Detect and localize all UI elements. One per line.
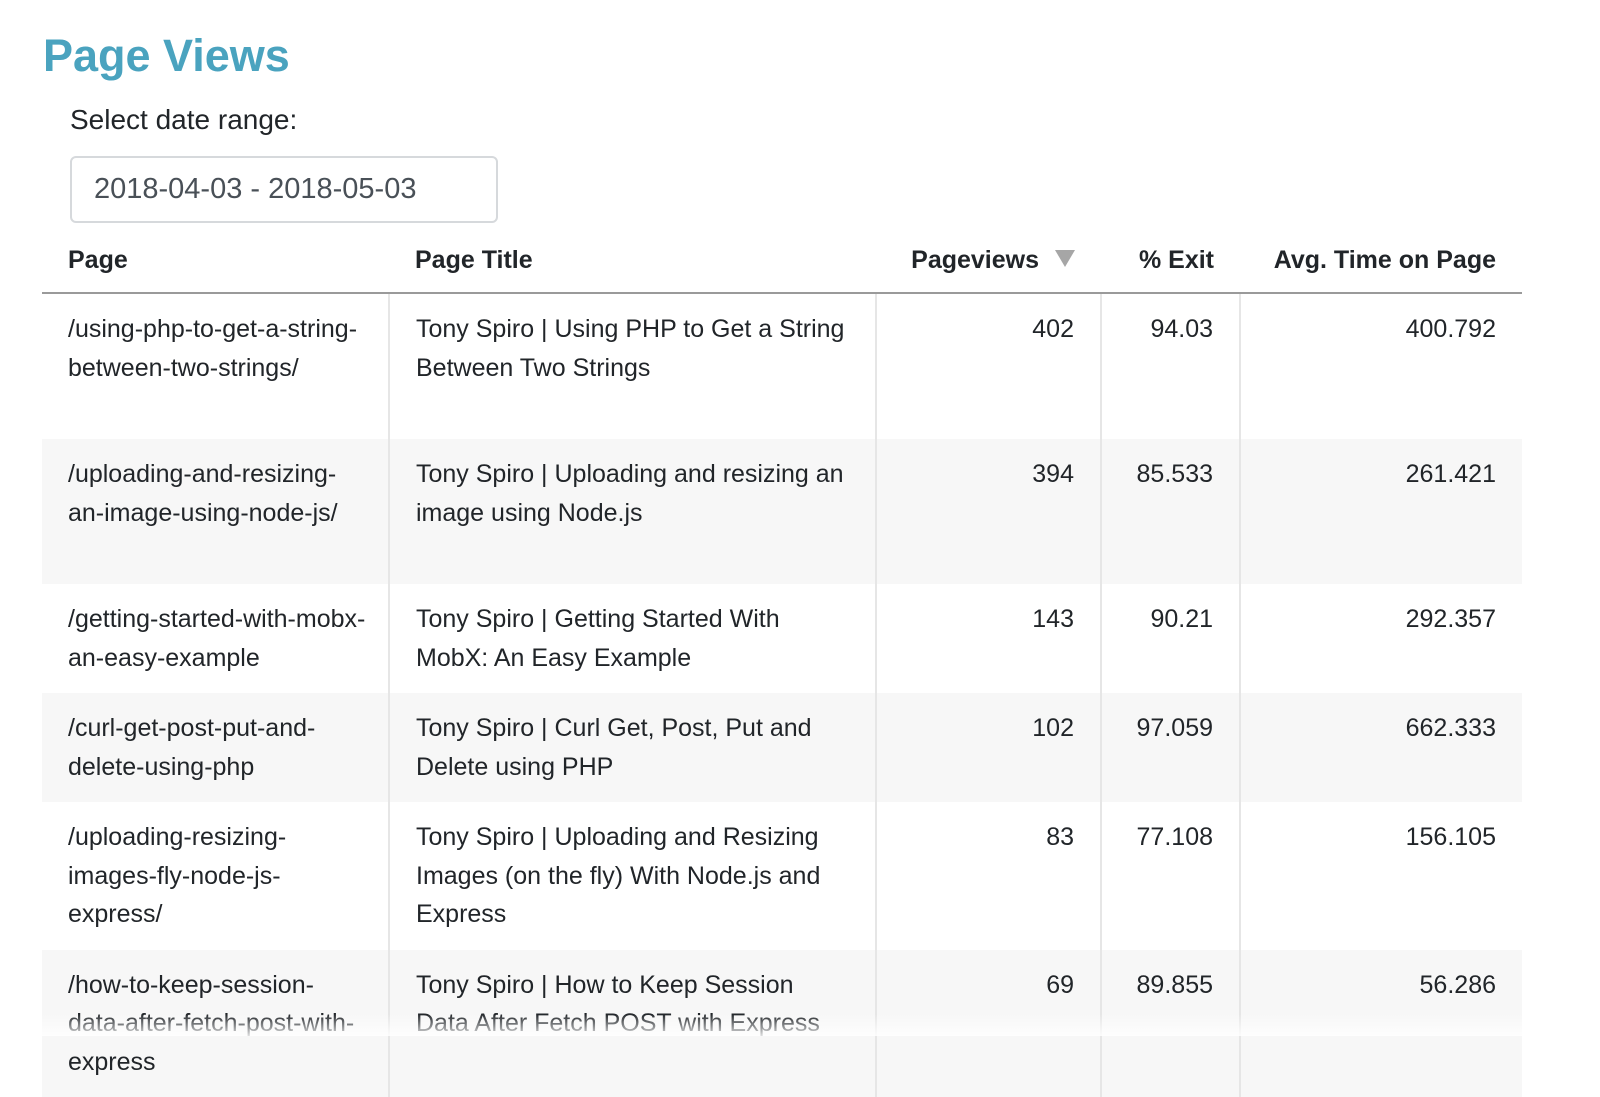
- avg-time-cell: 156.105: [1240, 802, 1522, 950]
- column-header-label: Page Title: [415, 246, 533, 274]
- page-title-cell: Tony Spiro | Using PHP to Get a String B…: [389, 293, 876, 439]
- pageviews-cell: 394: [876, 439, 1101, 584]
- page-cell: /how-to-keep-session-data-after-fetch-po…: [42, 950, 389, 1097]
- column-header-page[interactable]: Page: [42, 228, 389, 293]
- date-range-input[interactable]: [70, 156, 498, 223]
- page-title-cell: Tony Spiro | Uploading and resizing an i…: [389, 439, 876, 584]
- column-header-avg-time[interactable]: Avg. Time on Page: [1240, 228, 1522, 293]
- table-row: /curl-get-post-put-and-delete-using-php …: [42, 693, 1522, 802]
- table-row: /getting-started-with-mobx-an-easy-examp…: [42, 584, 1522, 693]
- page-views-table: Page Page Title Pageviews % Exit Avg. Ti…: [42, 228, 1522, 1097]
- avg-time-cell: 261.421: [1240, 439, 1522, 584]
- sort-descending-icon: [1055, 250, 1075, 267]
- table-row: /uploading-and-resizing-an-image-using-n…: [42, 439, 1522, 584]
- pageviews-cell: 69: [876, 950, 1101, 1097]
- page-title: Page Views: [43, 30, 290, 82]
- pageviews-cell: 102: [876, 693, 1101, 802]
- table-row: /uploading-resizing-images-fly-node-js-e…: [42, 802, 1522, 950]
- avg-time-cell: 662.333: [1240, 693, 1522, 802]
- column-header-label: % Exit: [1139, 246, 1214, 274]
- page-title-cell: Tony Spiro | How to Keep Session Data Af…: [389, 950, 876, 1097]
- column-header-label: Pageviews: [911, 246, 1039, 274]
- page-cell: /getting-started-with-mobx-an-easy-examp…: [42, 584, 389, 693]
- exit-cell: 94.03: [1101, 293, 1240, 439]
- column-header-exit[interactable]: % Exit: [1101, 228, 1240, 293]
- avg-time-cell: 400.792: [1240, 293, 1522, 439]
- page-title-cell: Tony Spiro | Uploading and Resizing Imag…: [389, 802, 876, 950]
- table-row: /how-to-keep-session-data-after-fetch-po…: [42, 950, 1522, 1097]
- page-cell: /uploading-resizing-images-fly-node-js-e…: [42, 802, 389, 950]
- page-cell: /uploading-and-resizing-an-image-using-n…: [42, 439, 389, 584]
- exit-cell: 97.059: [1101, 693, 1240, 802]
- exit-cell: 90.21: [1101, 584, 1240, 693]
- exit-cell: 77.108: [1101, 802, 1240, 950]
- avg-time-cell: 56.286: [1240, 950, 1522, 1097]
- table-row: /using-php-to-get-a-string-between-two-s…: [42, 293, 1522, 439]
- column-header-label: Avg. Time on Page: [1274, 246, 1496, 274]
- table-header-row: Page Page Title Pageviews % Exit Avg. Ti…: [42, 228, 1522, 293]
- avg-time-cell: 292.357: [1240, 584, 1522, 693]
- pageviews-cell: 83: [876, 802, 1101, 950]
- page-cell: /curl-get-post-put-and-delete-using-php: [42, 693, 389, 802]
- exit-cell: 85.533: [1101, 439, 1240, 584]
- page-title-cell: Tony Spiro | Getting Started With MobX: …: [389, 584, 876, 693]
- exit-cell: 89.855: [1101, 950, 1240, 1097]
- column-header-pageviews[interactable]: Pageviews: [876, 228, 1101, 293]
- page-cell: /using-php-to-get-a-string-between-two-s…: [42, 293, 389, 439]
- pageviews-cell: 402: [876, 293, 1101, 439]
- pageviews-cell: 143: [876, 584, 1101, 693]
- column-header-label: Page: [68, 246, 128, 274]
- date-range-label: Select date range:: [70, 104, 297, 136]
- column-header-page-title[interactable]: Page Title: [389, 228, 876, 293]
- page-title-cell: Tony Spiro | Curl Get, Post, Put and Del…: [389, 693, 876, 802]
